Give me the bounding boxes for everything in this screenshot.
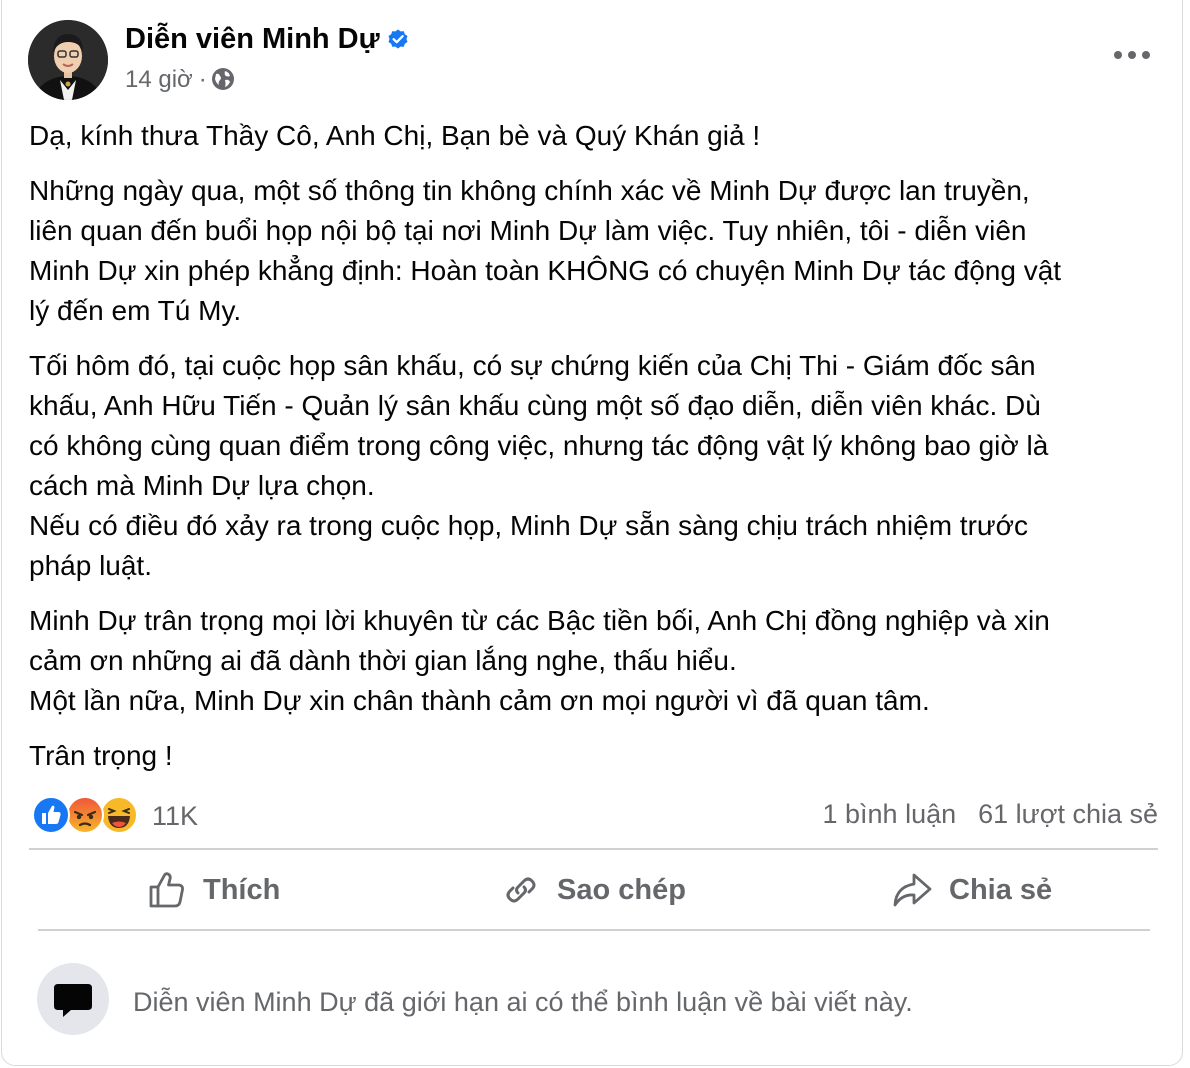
text-line: Dạ, kính thưa Thầy Cô, Anh Chị, Bạn bè v… [29, 120, 761, 151]
author-name[interactable]: Diễn viên Minh Dự [125, 23, 410, 59]
engagement-counts: 1 bình luận 61 lượt chia sẻ [823, 799, 1159, 830]
post-card: Diễn viên Minh Dự 14 giờ · Dạ, kính thưa … [1, 0, 1183, 1066]
copy-link-button[interactable]: Sao chép [501, 852, 686, 928]
more-dots-icon [1114, 51, 1150, 59]
comment-restriction-text: Diễn viên Minh Dự đã giới hạn ai có thể … [133, 987, 913, 1017]
post-text: Dạ, kính thưa Thầy Cô, Anh Chị, Bạn bè v… [29, 116, 1169, 791]
meta-separator: · [198, 66, 207, 93]
post-header: Diễn viên Minh Dự 14 giờ · [28, 20, 1162, 102]
like-button[interactable]: Thích [147, 852, 280, 928]
text-line: cách mà Minh Dự lựa chọn. [29, 470, 375, 501]
text-line: pháp luật. [29, 550, 152, 581]
paragraph-statement: Những ngày qua, một số thông tin không c… [29, 171, 1169, 331]
copy-link-button-label: Sao chép [557, 873, 686, 906]
paragraph-account: Tối hôm đó, tại cuộc họp sân khấu, có sự… [29, 346, 1169, 586]
paragraph-thanks: Minh Dự trân trọng mọi lời khuyên từ các… [29, 601, 1169, 721]
text-line: khấu, Anh Hữu Tiến - Quản lý sân khấu cù… [29, 390, 1041, 421]
text-line: Tối hôm đó, tại cuộc họp sân khấu, có sự… [29, 350, 1036, 381]
post-meta: 14 giờ · [125, 66, 235, 98]
like-button-label: Thích [203, 873, 281, 906]
reaction-count[interactable]: 11K [152, 801, 198, 832]
share-button-label: Chia sẻ [949, 873, 1053, 906]
comment-restriction-notice: Diễn viên Minh Dự đã giới hạn ai có thể … [37, 963, 1158, 1037]
haha-reaction-icon [100, 796, 138, 834]
text-line: Minh Dự xin phép khẳng định: Hoàn toàn K… [29, 255, 1062, 286]
comment-bubble-icon [37, 963, 109, 1035]
paragraph-closing: Trân trọng ! [29, 736, 1169, 776]
angry-reaction-icon [66, 796, 104, 834]
like-reaction-icon [32, 796, 70, 834]
post-time[interactable]: 14 giờ [125, 66, 193, 93]
globe-icon[interactable] [211, 67, 235, 98]
divider [38, 929, 1150, 931]
thumbs-up-icon [149, 872, 184, 908]
avatar[interactable] [28, 20, 108, 100]
text-line: Nếu có điều đó xảy ra trong cuộc họp, Mi… [29, 510, 1029, 541]
action-bar: Thích Sao chép Chia sẻ [29, 852, 1158, 928]
comment-count[interactable]: 1 bình luận [823, 799, 957, 829]
paragraph-greeting: Dạ, kính thưa Thầy Cô, Anh Chị, Bạn bè v… [29, 116, 1169, 156]
text-line: cảm ơn những ai đã dành thời gian lắng n… [29, 645, 737, 676]
author-name-text[interactable]: Diễn viên Minh Dự [125, 23, 380, 55]
text-line: Một lần nữa, Minh Dự xin chân thành cảm … [29, 685, 930, 716]
share-count[interactable]: 61 lượt chia sẻ [978, 799, 1158, 829]
text-line: có không cùng quan điểm trong công việc,… [29, 430, 1049, 461]
divider [29, 848, 1158, 850]
share-button[interactable]: Chia sẻ [891, 852, 1052, 928]
text-line: Minh Dự trân trọng mọi lời khuyên từ các… [29, 605, 1050, 636]
post-stats: 11K 1 bình luận 61 lượt chia sẻ [32, 794, 1158, 838]
text-line: lý đến em Tú My. [29, 295, 242, 326]
text-line: liên quan đến buổi họp nội bộ tại nơi Mi… [29, 215, 1027, 246]
text-line: Trân trọng ! [29, 740, 173, 771]
more-options-button[interactable] [1110, 42, 1154, 68]
share-arrow-icon [893, 873, 932, 907]
link-icon [506, 877, 536, 903]
text-line: Những ngày qua, một số thông tin không c… [29, 175, 1030, 206]
verified-badge-icon [386, 26, 410, 59]
